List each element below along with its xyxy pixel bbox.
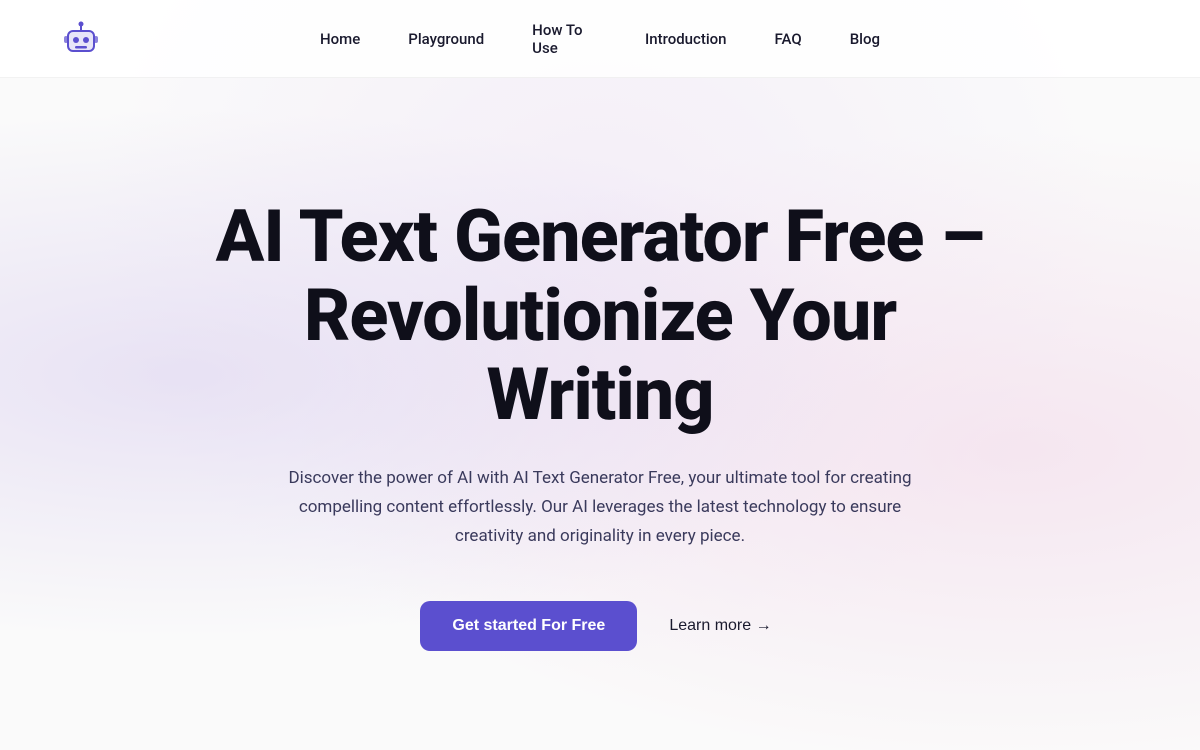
- logo[interactable]: [60, 18, 102, 60]
- nav-item-introduction[interactable]: Introduction: [625, 22, 747, 56]
- navbar: Home Playground How To Use Introduction …: [0, 0, 1200, 78]
- hero-subtitle: Discover the power of AI with AI Text Ge…: [280, 464, 920, 551]
- nav-item-blog[interactable]: Blog: [830, 22, 900, 56]
- nav-item-faq[interactable]: FAQ: [755, 22, 822, 56]
- get-started-button[interactable]: Get started For Free: [420, 601, 637, 651]
- nav-item-playground[interactable]: Playground: [388, 22, 504, 56]
- learn-more-button[interactable]: Learn more →: [661, 601, 779, 651]
- hero-actions: Get started For Free Learn more →: [420, 601, 779, 651]
- logo-icon: [60, 18, 102, 60]
- hero-section: AI Text Generator Free – Revolutionize Y…: [0, 78, 1200, 750]
- nav-item-home[interactable]: Home: [300, 22, 380, 56]
- hero-title: AI Text Generator Free – Revolutionize Y…: [200, 197, 1000, 435]
- nav-menu: Home Playground How To Use Introduction …: [300, 13, 900, 65]
- nav-item-how-to-use[interactable]: How To Use: [512, 13, 617, 65]
